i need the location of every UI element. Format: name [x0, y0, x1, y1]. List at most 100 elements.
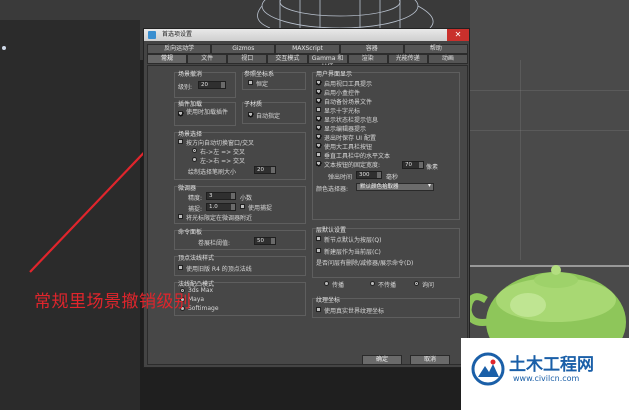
- ui-display-option-checkbox[interactable]: [316, 134, 321, 139]
- no-propagate-radio[interactable]: [370, 281, 375, 286]
- reference-coord-title: 参照坐标系: [244, 71, 275, 78]
- mode-softimage-label: Softimage: [188, 305, 219, 312]
- app-icon: [148, 31, 156, 39]
- tutorial-caption: 常规里场景撤销级别: [34, 292, 192, 312]
- watermark-url: www.civilcn.com: [513, 374, 580, 383]
- scene-undo-title: 场景撤消: [178, 71, 203, 78]
- rollout-threshold-spinner[interactable]: 50: [254, 237, 276, 245]
- scene-selection-title: 场景选择: [178, 131, 203, 138]
- precision-label: 精度:: [188, 195, 203, 202]
- snap-spinner[interactable]: 1.0: [206, 203, 236, 211]
- tab-maxscript[interactable]: MAXScript: [275, 44, 340, 54]
- right-to-left-radio[interactable]: [192, 148, 197, 153]
- watermark-name: 土木工程网: [509, 355, 594, 375]
- ui-display-option-checkbox[interactable]: [316, 125, 321, 130]
- tab-gamma-lut[interactable]: Gamma 和 LUT: [307, 54, 348, 70]
- close-icon[interactable]: ✕: [447, 29, 469, 41]
- tab-row-2: 常规 文件 视口 交互模式 Gamma 和 LUT 渲染 光能传递 动画: [147, 54, 468, 70]
- tab-help[interactable]: 帮助: [403, 44, 469, 54]
- tab-rendering[interactable]: 渲染: [347, 54, 388, 64]
- tab-animation[interactable]: 动画: [427, 54, 468, 64]
- constant-label: 恒定: [256, 81, 269, 88]
- color-selector-dropdown[interactable]: 默认颜色拾取器: [356, 183, 434, 191]
- tab-general[interactable]: 常规: [147, 54, 188, 64]
- auto-window-crossing-checkbox[interactable]: [178, 139, 183, 144]
- ui-display-option-checkbox[interactable]: [316, 80, 321, 85]
- precision-spinner[interactable]: 3: [206, 192, 236, 200]
- cancel-button[interactable]: 取消: [410, 355, 450, 365]
- ui-display-option-checkbox[interactable]: [316, 89, 321, 94]
- watermark-logo-icon: [471, 352, 505, 386]
- wrap-cursor-label: 将光标限定在微调器附近: [186, 215, 253, 222]
- new-layer-current-checkbox[interactable]: [316, 248, 321, 253]
- ui-display-option-label: 垂直工具栏中的水平文本: [324, 153, 391, 160]
- ui-display-option-label: 使用大工具栏按钮: [324, 144, 373, 151]
- ok-button[interactable]: 确定: [362, 355, 402, 365]
- auto-window-crossing-label: 按方向自动切换窗口/交叉: [186, 140, 255, 147]
- auto-assign-checkbox[interactable]: [248, 112, 253, 117]
- rollout-threshold-label: 卷展栏阈值:: [198, 240, 231, 247]
- left-to-right-label: 左->右 => 交叉: [200, 158, 246, 165]
- auto-assign-label: 自动指定: [256, 113, 281, 120]
- no-propagate-label: 不传播: [378, 282, 397, 289]
- plugin-loading-title: 插件加载: [178, 101, 203, 108]
- spinners-title: 微调器: [178, 185, 197, 192]
- color-selector-label: 颜色选择器:: [316, 186, 349, 193]
- ask-label: 询问: [422, 282, 435, 289]
- tab-ik[interactable]: 反向运动学: [147, 44, 212, 54]
- right-to-left-label: 右->左 => 交叉: [200, 149, 246, 156]
- ui-display-option-label: 退出时保存 UI 配置: [324, 135, 376, 142]
- load-on-use-checkbox[interactable]: [178, 111, 183, 116]
- use-snap-checkbox[interactable]: [240, 204, 245, 209]
- left-to-right-radio[interactable]: [192, 157, 197, 162]
- ui-display-option-label: 文本按钮的固定宽度:: [324, 162, 381, 169]
- real-world-label: 使用真实世界纹理坐标: [324, 308, 385, 315]
- real-world-checkbox[interactable]: [316, 307, 321, 312]
- ui-display-option-checkbox[interactable]: [316, 143, 321, 148]
- viewport-marker: [2, 46, 6, 50]
- ui-display-option-checkbox[interactable]: [316, 116, 321, 121]
- load-on-use-label: 使用时加载插件: [186, 109, 229, 116]
- dialog-titlebar[interactable]: 首选项设置 ✕: [144, 29, 469, 41]
- ui-display-option-label: 自动备份场景文件: [324, 99, 373, 106]
- tab-viewports[interactable]: 视口: [227, 54, 268, 64]
- ask-radio[interactable]: [414, 281, 419, 286]
- new-layer-current-label: 新建层作为当前层(C): [324, 249, 381, 256]
- vertex-normal-title: 顶点法线样式: [178, 255, 215, 262]
- paint-brush-size-label: 绘制选择笔刷大小: [188, 169, 237, 176]
- new-by-layer-checkbox[interactable]: [316, 236, 321, 241]
- tab-files[interactable]: 文件: [187, 54, 228, 64]
- constant-checkbox[interactable]: [248, 80, 253, 85]
- ui-display-option-checkbox[interactable]: [316, 107, 321, 112]
- fixed-width-spinner[interactable]: 70: [402, 161, 424, 169]
- ui-display-option-label: 显示状态栏提示信息: [324, 117, 379, 124]
- tab-gizmos[interactable]: Gizmos: [211, 44, 276, 54]
- tab-containers[interactable]: 容器: [339, 44, 404, 54]
- propagate-label: 传播: [332, 282, 345, 289]
- sub-material-title: 子材质: [244, 101, 263, 108]
- wrap-cursor-checkbox[interactable]: [178, 214, 183, 219]
- legacy-normals-checkbox[interactable]: [178, 265, 183, 270]
- ui-display-option-checkbox[interactable]: [316, 98, 321, 103]
- ui-display-title: 用户界面显示: [316, 71, 353, 78]
- undo-levels-spinner[interactable]: 20: [198, 81, 226, 89]
- ui-display-option-label: 显示编辑器提示: [324, 126, 367, 133]
- dialog-title: 首选项设置: [162, 31, 193, 38]
- legacy-normals-label: 使用旧版 R4 的顶点法线: [186, 266, 252, 273]
- ask-on-delete-label: 是否问层有删除/减修器/展示命令(D): [316, 260, 414, 267]
- command-panel-title: 命令面板: [178, 229, 203, 236]
- propagate-radio[interactable]: [324, 281, 329, 286]
- tab-interaction-mode[interactable]: 交互模式: [267, 54, 308, 64]
- tab-radiosity[interactable]: 光能传递: [387, 54, 428, 64]
- preferences-dialog: 首选项设置 ✕ 反向运动学 Gizmos MAXScript 容器 帮助 常规 …: [143, 28, 470, 368]
- ui-display-option-checkbox[interactable]: [316, 152, 321, 157]
- mode-3dsmax-label: 3ds Max: [188, 287, 214, 294]
- flyout-time-spinner[interactable]: 300: [356, 171, 382, 179]
- ui-display-option-label: 启用小盒控件: [324, 90, 361, 97]
- flyout-time-label: 弹出时间: [328, 174, 353, 181]
- ui-display-option-checkbox[interactable]: [316, 161, 321, 166]
- ui-display-option-label: 启用视口工具提示: [324, 81, 373, 88]
- decimals-label: 小数: [240, 195, 253, 202]
- use-snap-label: 使用捕捉: [248, 205, 273, 212]
- paint-brush-size-spinner[interactable]: 20: [254, 166, 276, 174]
